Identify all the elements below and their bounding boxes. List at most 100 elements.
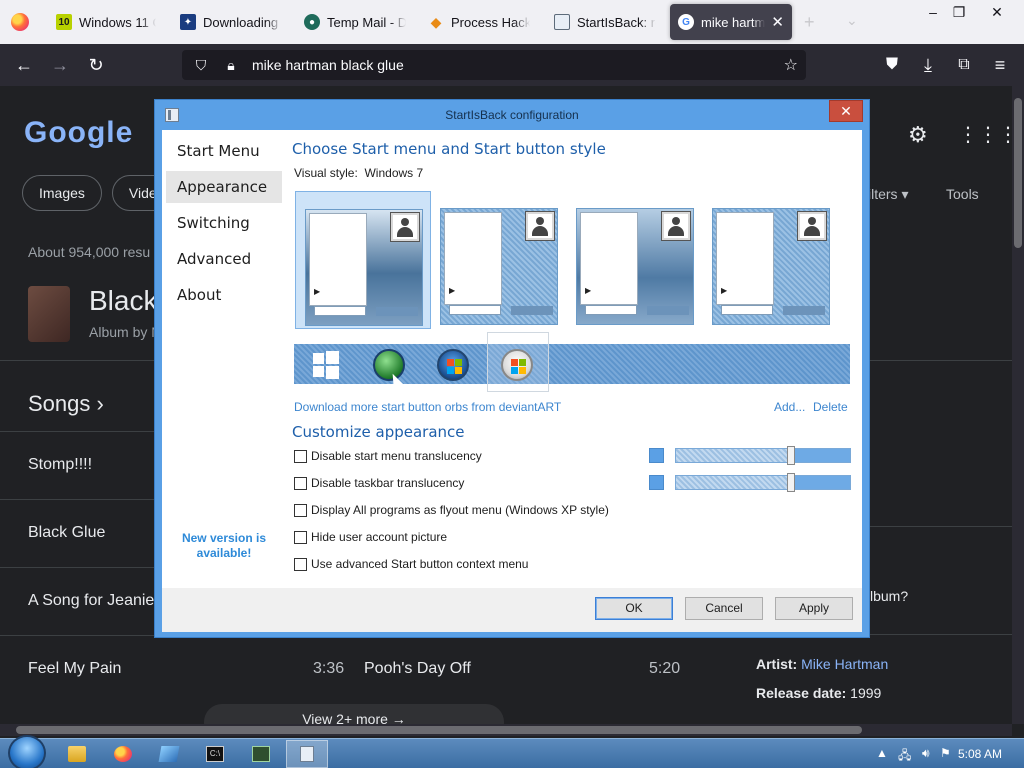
taskbar-process-hacker[interactable] [240, 740, 282, 768]
tools-button[interactable]: Tools [946, 186, 979, 202]
checkbox[interactable] [294, 530, 307, 544]
option-hide-user-picture[interactable]: Hide user account picture [294, 530, 447, 544]
forward-arrow-icon[interactable]: → [48, 53, 72, 77]
tab-windows-11[interactable]: 10 Windows 11 Gl [48, 4, 164, 40]
hamburger-menu-icon[interactable]: ≡ [988, 53, 1012, 77]
apply-button[interactable]: Apply [775, 597, 853, 620]
divider [0, 635, 156, 636]
scrollbar-thumb[interactable] [16, 726, 862, 734]
delete-orb-link[interactable]: Delete [813, 400, 848, 414]
checkbox[interactable] [294, 557, 307, 571]
tab-process-hacker[interactable]: ◆ Process Hacker [420, 4, 538, 40]
sidebar-item-advanced[interactable]: Advanced [166, 243, 282, 275]
checkbox[interactable] [294, 503, 307, 517]
taskbar-startisback[interactable] [286, 740, 328, 768]
artist-link[interactable]: Mike Hartman [801, 656, 888, 672]
shutdown-bar-preview [647, 306, 689, 315]
dialog-close-button[interactable]: ✕ [829, 100, 863, 122]
settings-gear-icon[interactable]: ⚙ [908, 122, 928, 148]
downloads-icon[interactable]: ⤓ [916, 53, 940, 77]
sidebar-item-switching[interactable]: Switching [166, 207, 282, 239]
tab-temp-mail[interactable]: ● Temp Mail - Dis [296, 4, 414, 40]
taskbar-file-explorer[interactable] [56, 740, 98, 768]
style-option-2[interactable]: ▶ [431, 191, 567, 329]
option-disable-start-menu-translucency[interactable]: Disable start menu translucency [294, 449, 482, 463]
filters-dropdown[interactable]: ilters ▾ [868, 186, 908, 203]
style-option-3[interactable]: ▶ [567, 191, 703, 329]
url-bar[interactable]: ⛉ 🔒︎ mike hartman black glue ☆ [182, 50, 806, 80]
style-option-4[interactable]: ▶ [703, 191, 839, 329]
google-logo[interactable]: Google [24, 116, 133, 150]
option-advanced-context-menu[interactable]: Use advanced Start button context menu [294, 557, 528, 571]
volume-icon[interactable]: 🔊︎ [922, 746, 930, 761]
slider-thumb[interactable] [787, 446, 795, 465]
bookmark-star-icon[interactable]: ☆ [784, 55, 798, 75]
start-menu-color-swatch[interactable] [649, 448, 664, 463]
ok-button[interactable]: OK [595, 597, 673, 620]
network-icon[interactable]: 🖧︎ [898, 746, 911, 767]
cancel-button[interactable]: Cancel [685, 597, 763, 620]
new-tab-plus-icon[interactable]: + [804, 12, 815, 33]
download-orbs-link[interactable]: Download more start button orbs from dev… [294, 400, 561, 414]
back-arrow-icon[interactable]: ← [12, 53, 36, 77]
taskbar-command-prompt[interactable]: C:\ [194, 740, 236, 768]
sidebar-item-about[interactable]: About [166, 279, 282, 311]
apps-grid-icon[interactable]: ⋮⋮⋮ [958, 122, 1018, 147]
checkbox[interactable] [294, 449, 307, 463]
flag-icon[interactable]: ⚑ [940, 746, 951, 760]
taskbar-opacity-slider[interactable] [675, 473, 851, 492]
album-question-text[interactable]: lbum? [870, 588, 908, 604]
taskbar-color-swatch[interactable] [649, 475, 664, 490]
lock-icon[interactable]: 🔒︎ [220, 57, 242, 74]
slider-track-fill [676, 476, 787, 489]
song-item[interactable]: Feel My Pain [28, 660, 121, 678]
tab-google-search-active[interactable]: G mike hartma ✕ [670, 4, 792, 40]
start-menu-opacity-slider[interactable] [675, 446, 851, 465]
tab-list-chevron-icon[interactable]: ⌄ [846, 12, 858, 29]
song-item[interactable]: Stomp!!!! [28, 456, 92, 474]
tray-overflow-chevron-icon[interactable]: ▲ [876, 746, 888, 760]
taskbar-layers-app[interactable] [148, 740, 190, 768]
start-button-orb-icon[interactable] [8, 735, 46, 768]
songs-heading[interactable]: Songs › [28, 391, 104, 417]
chip-images[interactable]: Images [22, 175, 102, 211]
checkbox[interactable] [294, 476, 307, 490]
horizontal-scrollbar[interactable] [0, 724, 1012, 736]
windows-7-orb-icon[interactable] [437, 349, 469, 381]
vertical-scrollbar[interactable] [1012, 86, 1024, 724]
album-cover-image[interactable] [28, 286, 70, 342]
windows-vista-orb-icon[interactable] [501, 349, 533, 381]
tab-downloading-icons[interactable]: ✦ Downloading Ic [172, 4, 290, 40]
song-item[interactable]: Pooh's Day Off [364, 660, 471, 678]
windows-8-orb-icon[interactable] [310, 349, 342, 381]
song-item[interactable]: Black Glue [28, 524, 105, 542]
option-flyout-all-programs[interactable]: Display All programs as flyout menu (Win… [294, 503, 609, 517]
slider-thumb[interactable] [787, 473, 795, 492]
divider [0, 431, 156, 432]
song-item[interactable]: A Song for Jeanie [28, 592, 154, 610]
tab-startisback[interactable]: StartIsBack: rea [546, 4, 664, 40]
sidebar-item-appearance[interactable]: Appearance [166, 171, 282, 203]
extensions-icon[interactable]: ⧉ [952, 53, 976, 77]
release-date-value: 1999 [850, 685, 882, 701]
firefox-menu-button[interactable] [0, 0, 40, 44]
shield-icon[interactable]: ⛉ [190, 57, 212, 74]
view-more-button[interactable]: View 2+ more → [204, 704, 504, 724]
option-disable-taskbar-translucency[interactable]: Disable taskbar translucency [294, 476, 464, 490]
start-menu-preview: ▶ [712, 208, 830, 325]
add-orb-link[interactable]: Add... [774, 400, 805, 414]
sidebar-item-start-menu[interactable]: Start Menu [166, 135, 282, 167]
url-text[interactable]: mike hartman black glue [252, 57, 404, 73]
tab-close-icon[interactable]: ✕ [771, 13, 784, 31]
taskbar-firefox[interactable] [102, 740, 144, 768]
close-window-icon[interactable]: ✕ [982, 0, 1012, 24]
new-version-link[interactable]: New version is available! [176, 531, 272, 561]
maximize-icon[interactable]: ❐ [944, 0, 974, 24]
option-label: Disable start menu translucency [311, 449, 482, 463]
style-option-1[interactable]: ▶ [295, 191, 431, 329]
taskbar-clock[interactable]: 5:08 AM [958, 747, 1002, 761]
pocket-icon[interactable]: ⛊ [880, 53, 904, 77]
option-label: Display All programs as flyout menu (Win… [311, 503, 609, 517]
reload-icon[interactable]: ↻ [84, 53, 108, 77]
scrollbar-thumb[interactable] [1014, 98, 1022, 248]
